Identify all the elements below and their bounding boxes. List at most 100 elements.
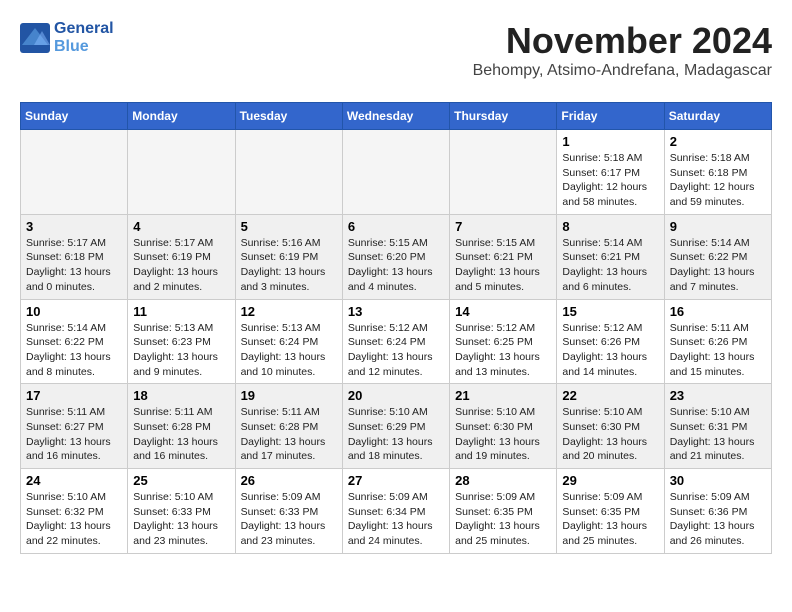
day-info: Sunrise: 5:10 AM Sunset: 6:29 PM Dayligh… <box>348 405 444 464</box>
weekday-header-thursday: Thursday <box>450 103 557 130</box>
calendar-cell: 30 Sunrise: 5:09 AM Sunset: 6:36 PM Dayli… <box>664 469 771 554</box>
calendar-week-row: 24 Sunrise: 5:10 AM Sunset: 6:32 PM Dayli… <box>21 469 772 554</box>
day-number: 7 <box>455 219 551 234</box>
calendar-cell: 9 Sunrise: 5:14 AM Sunset: 6:22 PM Daylig… <box>664 214 771 299</box>
day-number: 9 <box>670 219 766 234</box>
day-number: 25 <box>133 473 229 488</box>
day-number: 1 <box>562 134 658 149</box>
day-info: Sunrise: 5:10 AM Sunset: 6:31 PM Dayligh… <box>670 405 766 464</box>
calendar-cell: 25Sunrise: 5:10 AM Sunset: 6:33 PM Dayli… <box>128 469 235 554</box>
calendar-week-row: 3Sunrise: 5:17 AM Sunset: 6:18 PM Daylig… <box>21 214 772 299</box>
calendar-cell: 5 Sunrise: 5:16 AM Sunset: 6:19 PM Daylig… <box>235 214 342 299</box>
calendar-cell: 3Sunrise: 5:17 AM Sunset: 6:18 PM Daylig… <box>21 214 128 299</box>
day-info: Sunrise: 5:14 AM Sunset: 6:22 PM Dayligh… <box>26 321 122 380</box>
day-info: Sunrise: 5:14 AM Sunset: 6:21 PM Dayligh… <box>562 236 658 295</box>
calendar-cell: 1 Sunrise: 5:18 AM Sunset: 6:17 PM Daylig… <box>557 130 664 215</box>
day-number: 2 <box>670 134 766 149</box>
calendar-week-row: 17 Sunrise: 5:11 AM Sunset: 6:27 PM Dayli… <box>21 384 772 469</box>
day-info: Sunrise: 5:11 AM Sunset: 6:26 PM Dayligh… <box>670 321 766 380</box>
day-number: 14 <box>455 304 551 319</box>
day-info: Sunrise: 5:16 AM Sunset: 6:19 PM Dayligh… <box>241 236 337 295</box>
day-info: Sunrise: 5:11 AM Sunset: 6:28 PM Dayligh… <box>133 405 229 464</box>
month-title: November 2024 <box>473 20 772 62</box>
day-info: Sunrise: 5:09 AM Sunset: 6:35 PM Dayligh… <box>455 490 551 549</box>
calendar-cell: 13 Sunrise: 5:12 AM Sunset: 6:24 PM Dayli… <box>342 299 449 384</box>
weekday-header-friday: Friday <box>557 103 664 130</box>
weekday-header-wednesday: Wednesday <box>342 103 449 130</box>
calendar-cell <box>128 130 235 215</box>
location-title: Behompy, Atsimo-Andrefana, Madagascar <box>473 62 772 80</box>
day-info: Sunrise: 5:11 AM Sunset: 6:28 PM Dayligh… <box>241 405 337 464</box>
day-info: Sunrise: 5:09 AM Sunset: 6:35 PM Dayligh… <box>562 490 658 549</box>
day-info: Sunrise: 5:13 AM Sunset: 6:23 PM Dayligh… <box>133 321 229 380</box>
day-info: Sunrise: 5:09 AM Sunset: 6:33 PM Dayligh… <box>241 490 337 549</box>
day-info: Sunrise: 5:18 AM Sunset: 6:17 PM Dayligh… <box>562 151 658 210</box>
weekday-header-monday: Monday <box>128 103 235 130</box>
day-info: Sunrise: 5:12 AM Sunset: 6:24 PM Dayligh… <box>348 321 444 380</box>
calendar-week-row: 1 Sunrise: 5:18 AM Sunset: 6:17 PM Daylig… <box>21 130 772 215</box>
day-number: 19 <box>241 388 337 403</box>
calendar-cell: 24 Sunrise: 5:10 AM Sunset: 6:32 PM Dayli… <box>21 469 128 554</box>
weekday-header-sunday: Sunday <box>21 103 128 130</box>
calendar-cell: 26 Sunrise: 5:09 AM Sunset: 6:33 PM Dayli… <box>235 469 342 554</box>
calendar-cell <box>342 130 449 215</box>
day-info: Sunrise: 5:12 AM Sunset: 6:25 PM Dayligh… <box>455 321 551 380</box>
day-number: 30 <box>670 473 766 488</box>
calendar-cell: 28Sunrise: 5:09 AM Sunset: 6:35 PM Dayli… <box>450 469 557 554</box>
calendar-cell: 4 Sunrise: 5:17 AM Sunset: 6:19 PM Daylig… <box>128 214 235 299</box>
logo-line1: General <box>54 20 114 38</box>
day-number: 5 <box>241 219 337 234</box>
day-number: 8 <box>562 219 658 234</box>
day-info: Sunrise: 5:14 AM Sunset: 6:22 PM Dayligh… <box>670 236 766 295</box>
weekday-header-saturday: Saturday <box>664 103 771 130</box>
day-info: Sunrise: 5:15 AM Sunset: 6:21 PM Dayligh… <box>455 236 551 295</box>
day-number: 29 <box>562 473 658 488</box>
day-number: 20 <box>348 388 444 403</box>
day-info: Sunrise: 5:11 AM Sunset: 6:27 PM Dayligh… <box>26 405 122 464</box>
day-number: 21 <box>455 388 551 403</box>
calendar-cell: 29 Sunrise: 5:09 AM Sunset: 6:35 PM Dayli… <box>557 469 664 554</box>
day-number: 27 <box>348 473 444 488</box>
day-info: Sunrise: 5:15 AM Sunset: 6:20 PM Dayligh… <box>348 236 444 295</box>
day-info: Sunrise: 5:09 AM Sunset: 6:36 PM Dayligh… <box>670 490 766 549</box>
calendar-cell: 23 Sunrise: 5:10 AM Sunset: 6:31 PM Dayli… <box>664 384 771 469</box>
day-info: Sunrise: 5:18 AM Sunset: 6:18 PM Dayligh… <box>670 151 766 210</box>
day-number: 15 <box>562 304 658 319</box>
day-number: 24 <box>26 473 122 488</box>
calendar-cell: 2 Sunrise: 5:18 AM Sunset: 6:18 PM Daylig… <box>664 130 771 215</box>
day-info: Sunrise: 5:17 AM Sunset: 6:19 PM Dayligh… <box>133 236 229 295</box>
logo-line2: Blue <box>54 38 114 56</box>
calendar-cell: 14 Sunrise: 5:12 AM Sunset: 6:25 PM Dayli… <box>450 299 557 384</box>
day-number: 12 <box>241 304 337 319</box>
day-number: 23 <box>670 388 766 403</box>
day-number: 4 <box>133 219 229 234</box>
day-number: 17 <box>26 388 122 403</box>
day-number: 18 <box>133 388 229 403</box>
day-number: 22 <box>562 388 658 403</box>
calendar-cell: 22 Sunrise: 5:10 AM Sunset: 6:30 PM Dayli… <box>557 384 664 469</box>
day-number: 13 <box>348 304 444 319</box>
calendar-cell: 17 Sunrise: 5:11 AM Sunset: 6:27 PM Dayli… <box>21 384 128 469</box>
day-info: Sunrise: 5:09 AM Sunset: 6:34 PM Dayligh… <box>348 490 444 549</box>
day-info: Sunrise: 5:13 AM Sunset: 6:24 PM Dayligh… <box>241 321 337 380</box>
day-info: Sunrise: 5:17 AM Sunset: 6:18 PM Dayligh… <box>26 236 122 295</box>
day-number: 16 <box>670 304 766 319</box>
day-info: Sunrise: 5:12 AM Sunset: 6:26 PM Dayligh… <box>562 321 658 380</box>
calendar-cell <box>235 130 342 215</box>
calendar-cell: 19 Sunrise: 5:11 AM Sunset: 6:28 PM Dayli… <box>235 384 342 469</box>
day-info: Sunrise: 5:10 AM Sunset: 6:32 PM Dayligh… <box>26 490 122 549</box>
calendar-cell: 12 Sunrise: 5:13 AM Sunset: 6:24 PM Dayli… <box>235 299 342 384</box>
calendar-cell <box>21 130 128 215</box>
calendar-week-row: 10Sunrise: 5:14 AM Sunset: 6:22 PM Dayli… <box>21 299 772 384</box>
day-number: 11 <box>133 304 229 319</box>
calendar-cell: 7 Sunrise: 5:15 AM Sunset: 6:21 PM Daylig… <box>450 214 557 299</box>
weekday-header-tuesday: Tuesday <box>235 103 342 130</box>
calendar-cell <box>450 130 557 215</box>
calendar-cell: 27 Sunrise: 5:09 AM Sunset: 6:34 PM Dayli… <box>342 469 449 554</box>
calendar-cell: 20 Sunrise: 5:10 AM Sunset: 6:29 PM Dayli… <box>342 384 449 469</box>
calendar-cell: 6 Sunrise: 5:15 AM Sunset: 6:20 PM Daylig… <box>342 214 449 299</box>
day-number: 6 <box>348 219 444 234</box>
day-number: 26 <box>241 473 337 488</box>
calendar-cell: 8 Sunrise: 5:14 AM Sunset: 6:21 PM Daylig… <box>557 214 664 299</box>
day-info: Sunrise: 5:10 AM Sunset: 6:30 PM Dayligh… <box>562 405 658 464</box>
